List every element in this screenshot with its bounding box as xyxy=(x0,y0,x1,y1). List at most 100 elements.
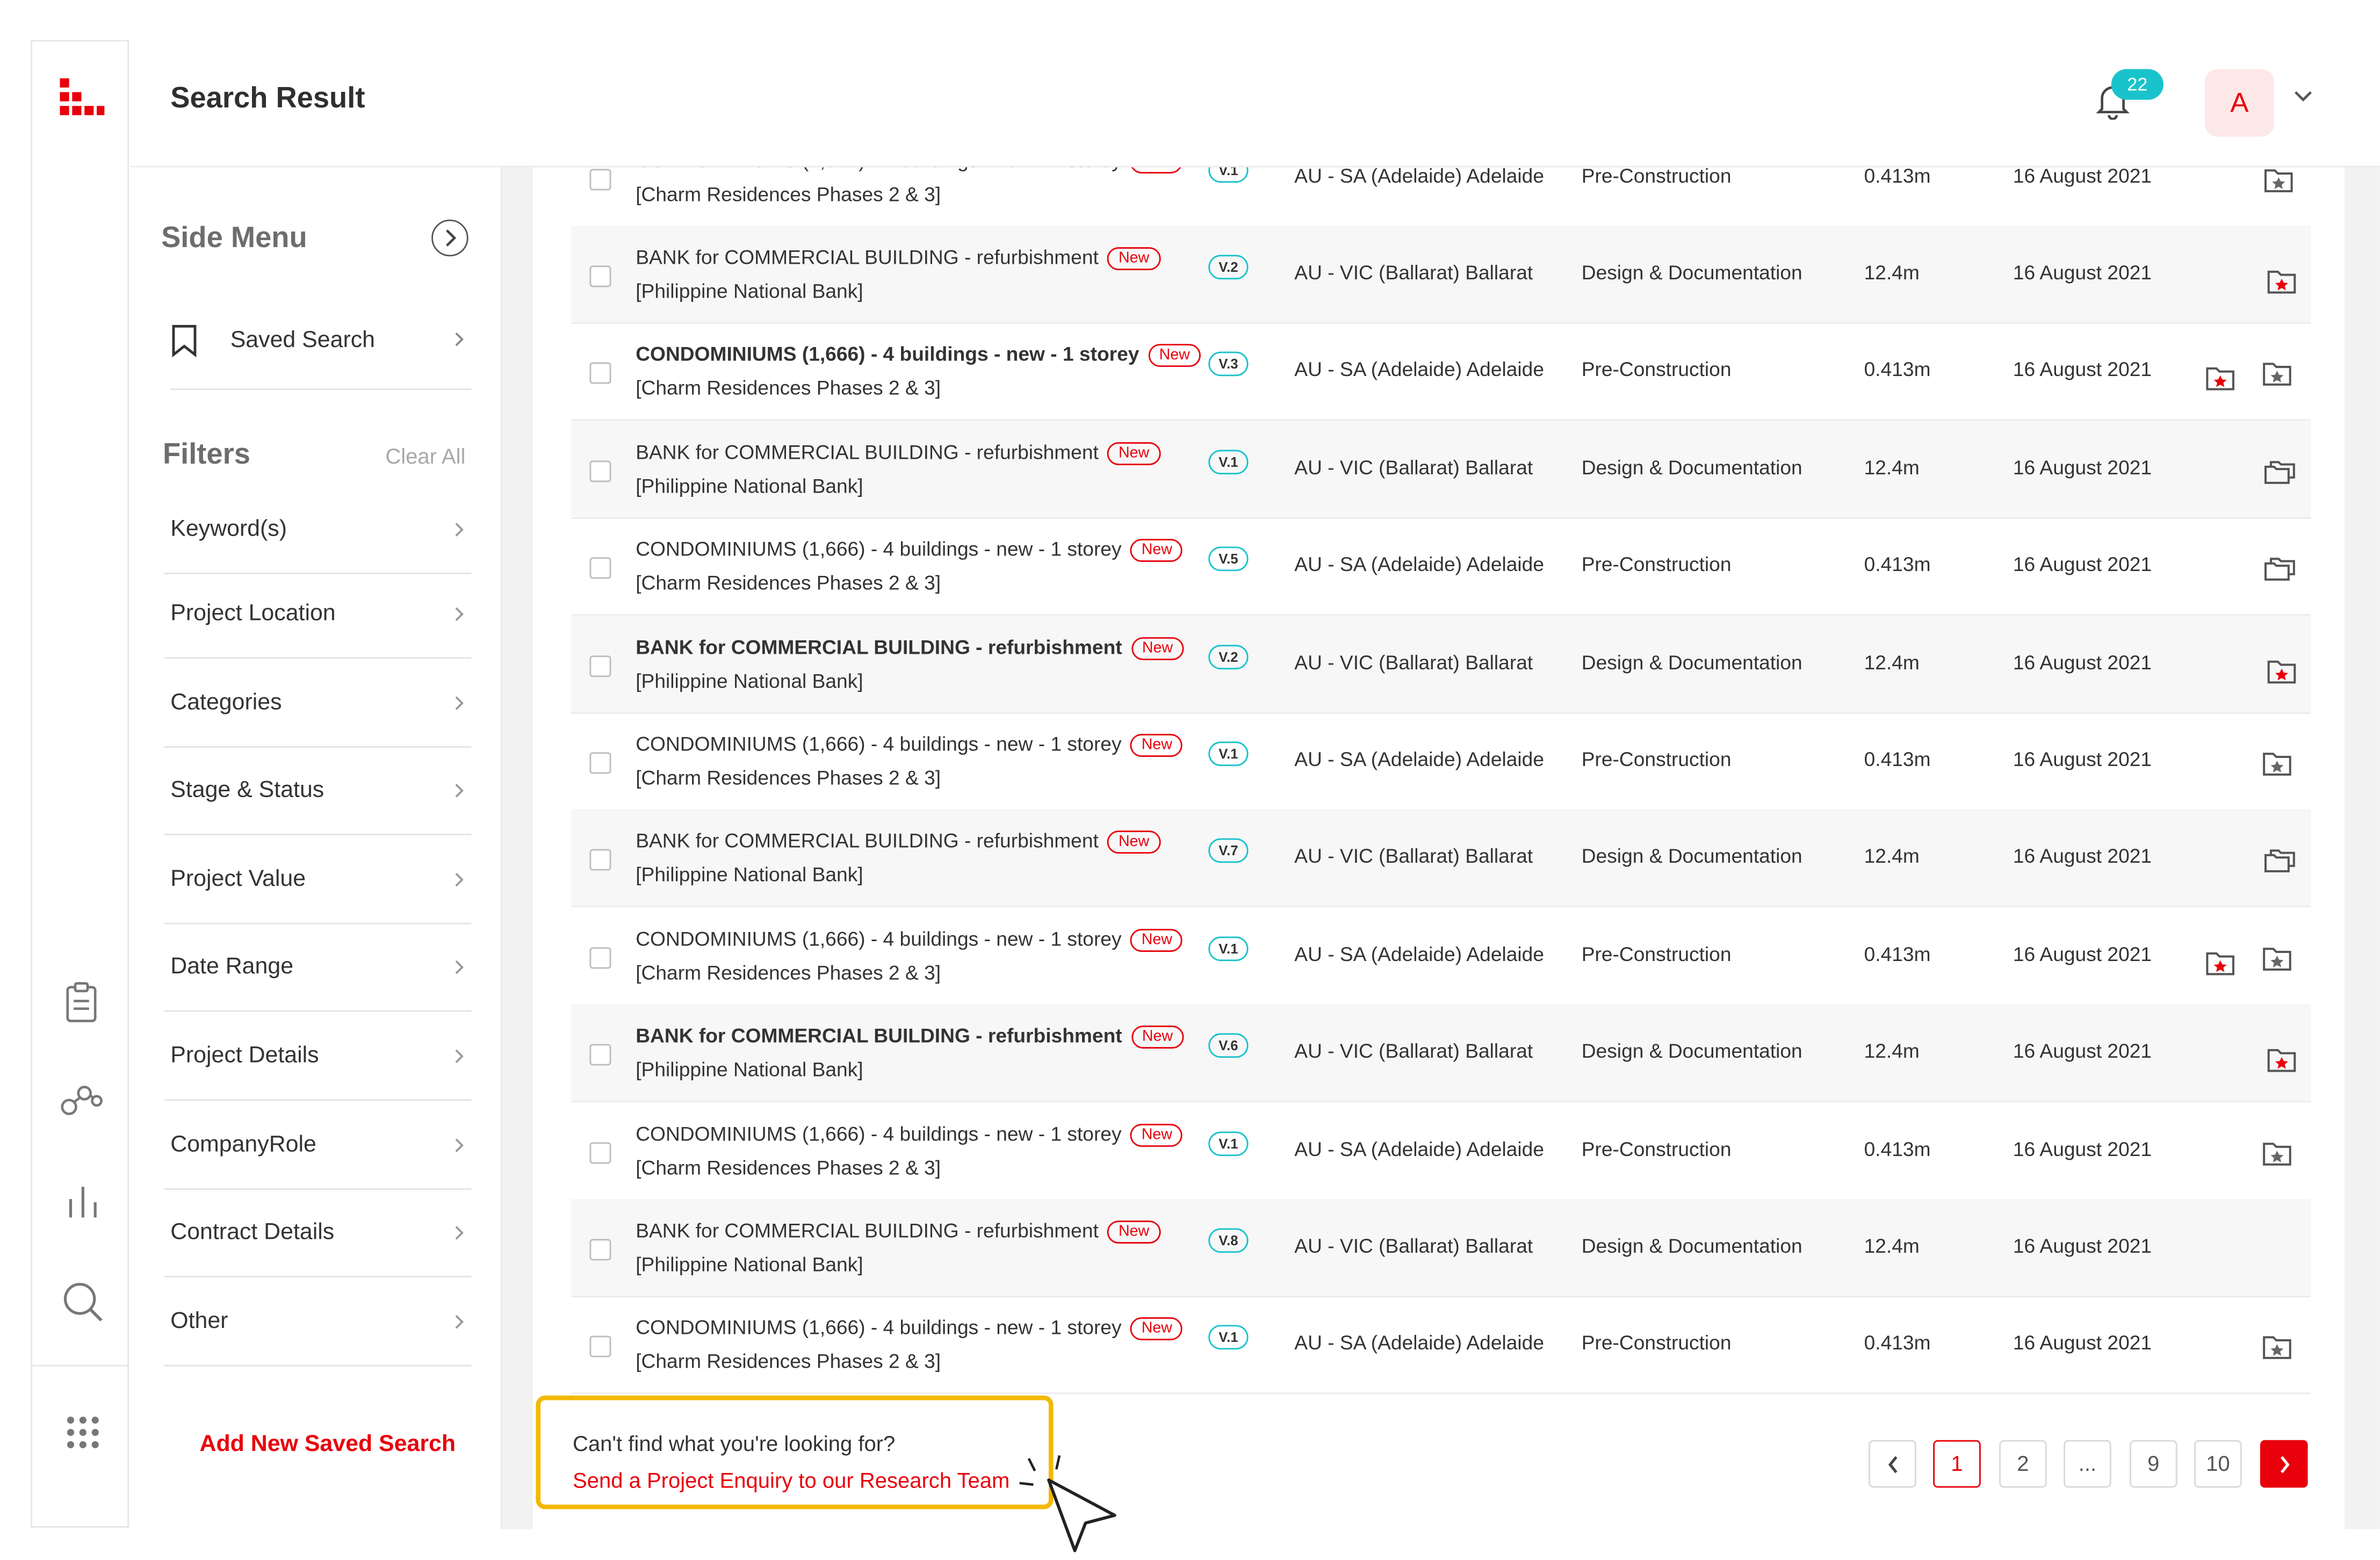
folders-icon[interactable] xyxy=(2263,848,2297,875)
filter-item[interactable]: Categories xyxy=(164,659,472,748)
row-checkbox[interactable] xyxy=(589,1044,611,1066)
filter-item[interactable]: Contract Details xyxy=(164,1188,472,1277)
page-button[interactable]: ... xyxy=(2064,1440,2111,1488)
save-to-folder-icon[interactable] xyxy=(2262,945,2292,972)
save-to-folder-icon[interactable] xyxy=(2262,751,2292,777)
version-badge[interactable]: V.2 xyxy=(1208,644,1249,669)
row-checkbox[interactable] xyxy=(589,1142,611,1164)
version-badge[interactable]: V.1 xyxy=(1208,1131,1249,1155)
version-badge[interactable]: V.8 xyxy=(1208,1228,1249,1253)
version-badge[interactable]: V.1 xyxy=(1208,167,1249,183)
filter-item[interactable]: Project Location xyxy=(164,569,472,659)
table-row[interactable]: CONDOMINIUMS (1,666) - 4 buildings - new… xyxy=(571,518,2311,616)
save-to-folder-icon[interactable] xyxy=(2263,168,2294,194)
table-row[interactable]: CONDOMINIUMS (1,666) - 4 buildings - new… xyxy=(571,167,2311,227)
version-badge[interactable]: V.1 xyxy=(1208,936,1249,961)
filter-item[interactable]: Keyword(s) xyxy=(164,485,472,574)
filter-item[interactable]: CompanyRole xyxy=(164,1101,472,1190)
project-title[interactable]: CONDOMINIUMS (1,666) - 4 buildings - new… xyxy=(636,927,1183,952)
chevron-down-icon[interactable] xyxy=(2292,89,2314,105)
add-new-saved-search-button[interactable]: Add New Saved Search xyxy=(200,1431,456,1457)
folders-icon[interactable] xyxy=(2263,556,2297,582)
row-checkbox[interactable] xyxy=(589,1239,611,1261)
version-badge[interactable]: V.6 xyxy=(1208,1033,1249,1058)
row-checkbox[interactable] xyxy=(589,460,611,482)
table-row[interactable]: BANK for COMMERCIAL BUILDING - refurbish… xyxy=(571,615,2311,713)
filter-item[interactable]: Project Value xyxy=(164,835,472,925)
row-checkbox[interactable] xyxy=(589,169,611,191)
starred-folder-icon[interactable] xyxy=(2266,269,2297,295)
table-row[interactable]: CONDOMINIUMS (1,666) - 4 buildings - new… xyxy=(571,1296,2311,1395)
table-row[interactable]: BANK for COMMERCIAL BUILDING - refurbish… xyxy=(571,810,2311,908)
table-row[interactable]: BANK for COMMERCIAL BUILDING - refurbish… xyxy=(571,420,2311,519)
version-badge[interactable]: V.7 xyxy=(1208,839,1249,864)
table-row[interactable]: CONDOMINIUMS (1,666) - 4 buildings - new… xyxy=(571,907,2311,1006)
filter-item[interactable]: Other xyxy=(164,1277,472,1367)
project-title[interactable]: BANK for COMMERCIAL BUILDING - refurbish… xyxy=(636,440,1160,465)
table-row[interactable]: CONDOMINIUMS (1,666) - 4 buildings - new… xyxy=(571,712,2311,811)
project-value: 12.4m xyxy=(1864,1234,1920,1258)
project-title[interactable]: CONDOMINIUMS (1,666) - 4 buildings - new… xyxy=(636,167,1183,174)
version-badge[interactable]: V.3 xyxy=(1208,352,1249,377)
row-checkbox[interactable] xyxy=(589,655,611,677)
row-checkbox[interactable] xyxy=(589,363,611,385)
filter-item[interactable]: Date Range xyxy=(164,923,472,1012)
row-checkbox[interactable] xyxy=(589,752,611,774)
project-title[interactable]: CONDOMINIUMS (1,666) - 4 buildings - new… xyxy=(636,732,1183,757)
next-page-button[interactable] xyxy=(2260,1440,2308,1488)
starred-folder-icon[interactable] xyxy=(2266,658,2297,684)
starred-folder-icon[interactable] xyxy=(2205,366,2235,392)
project-title[interactable]: BANK for COMMERCIAL BUILDING - refurbish… xyxy=(636,1219,1160,1244)
page-button[interactable]: 10 xyxy=(2194,1440,2242,1488)
starred-folder-icon[interactable] xyxy=(2266,1048,2297,1074)
save-to-folder-icon[interactable] xyxy=(2262,362,2292,388)
project-title[interactable]: CONDOMINIUMS (1,666) - 4 buildings - new… xyxy=(636,1122,1183,1146)
version-badge[interactable]: V.5 xyxy=(1208,546,1249,572)
version-badge[interactable]: V.2 xyxy=(1208,255,1249,280)
project-title[interactable]: CONDOMINIUMS (1,666) - 4 buildings - new… xyxy=(636,343,1201,368)
version-badge[interactable]: V.1 xyxy=(1208,449,1249,474)
save-to-folder-icon[interactable] xyxy=(2262,1140,2292,1166)
table-row[interactable]: BANK for COMMERCIAL BUILDING - refurbish… xyxy=(571,1004,2311,1103)
search-icon[interactable] xyxy=(61,1281,104,1324)
project-title[interactable]: BANK for COMMERCIAL BUILDING - refurbish… xyxy=(636,829,1160,855)
version-badge[interactable]: V.1 xyxy=(1208,741,1249,767)
project-title[interactable]: BANK for COMMERCIAL BUILDING - refurbish… xyxy=(636,635,1184,660)
row-checkbox[interactable] xyxy=(589,557,611,580)
clear-all-button[interactable]: Clear All xyxy=(385,444,465,468)
filter-item[interactable]: Stage & Status xyxy=(164,746,472,835)
folders-icon[interactable] xyxy=(2263,459,2297,485)
saved-search-item[interactable]: Saved Search xyxy=(170,321,472,390)
row-checkbox[interactable] xyxy=(589,265,611,287)
page-button[interactable]: 9 xyxy=(2130,1440,2177,1488)
table-row[interactable]: CONDOMINIUMS (1,666) - 4 buildings - new… xyxy=(571,323,2311,422)
project-title[interactable]: CONDOMINIUMS (1,666) - 4 buildings - new… xyxy=(636,1316,1183,1341)
row-checkbox[interactable] xyxy=(589,947,611,969)
logo-icon[interactable] xyxy=(57,75,106,121)
version-badge[interactable]: V.1 xyxy=(1208,1325,1249,1350)
project-title[interactable]: CONDOMINIUMS (1,666) - 4 buildings - new… xyxy=(636,538,1183,562)
page-button[interactable]: 2 xyxy=(1999,1440,2047,1488)
project-title[interactable]: BANK for COMMERCIAL BUILDING - refurbish… xyxy=(636,1024,1184,1049)
side-menu-toggle-button[interactable] xyxy=(431,219,468,257)
table-row[interactable]: BANK for COMMERCIAL BUILDING - refurbish… xyxy=(571,226,2311,324)
avatar[interactable]: A xyxy=(2205,69,2274,137)
table-row[interactable]: BANK for COMMERCIAL BUILDING - refurbish… xyxy=(571,1199,2311,1298)
network-icon[interactable] xyxy=(60,1082,103,1120)
project-title[interactable]: BANK for COMMERCIAL BUILDING - refurbish… xyxy=(636,245,1160,271)
row-checkbox[interactable] xyxy=(589,849,611,871)
clipboard-icon[interactable] xyxy=(63,981,100,1024)
apps-grid-icon[interactable] xyxy=(66,1415,100,1449)
notification-badge: 22 xyxy=(2111,69,2163,100)
page-button[interactable]: 1 xyxy=(1933,1440,1981,1488)
project-title-text: CONDOMINIUMS (1,666) - 4 buildings - new… xyxy=(636,1316,1122,1340)
table-row[interactable]: CONDOMINIUMS (1,666) - 4 buildings - new… xyxy=(571,1102,2311,1200)
row-checkbox[interactable] xyxy=(589,1336,611,1358)
enquiry-link[interactable]: Send a Project Enquiry to our Research T… xyxy=(573,1468,1009,1492)
prev-page-button[interactable] xyxy=(1869,1440,1916,1488)
project-title-text: BANK for COMMERCIAL BUILDING - refurbish… xyxy=(636,440,1099,464)
bar-chart-icon[interactable] xyxy=(66,1184,100,1221)
filter-item[interactable]: Project Details xyxy=(164,1012,472,1101)
starred-folder-icon[interactable] xyxy=(2205,950,2235,977)
save-to-folder-icon[interactable] xyxy=(2262,1335,2292,1361)
